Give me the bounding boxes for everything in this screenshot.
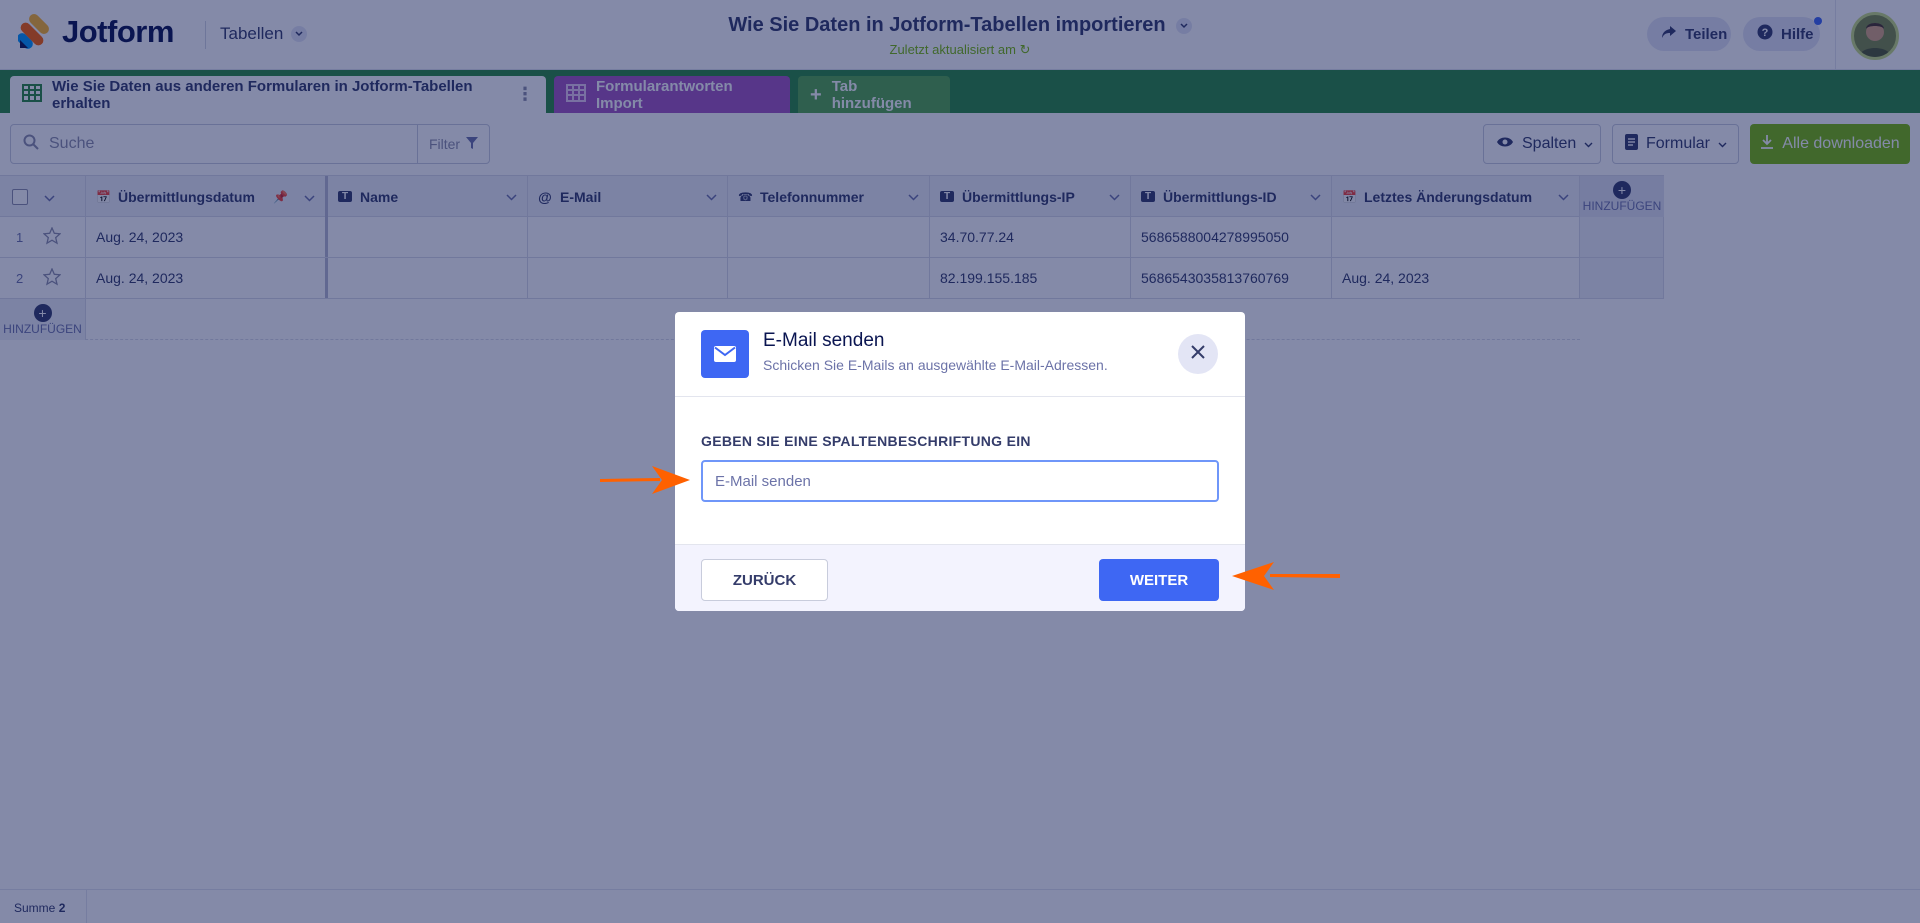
dialog-header: E-Mail senden Schicken Sie E-Mails an au… xyxy=(675,312,1245,397)
close-button[interactable] xyxy=(1178,334,1218,374)
close-icon xyxy=(1191,344,1205,364)
next-button[interactable]: WEITER xyxy=(1099,559,1219,601)
column-label-heading: GEBEN SIE EINE SPALTENBESCHRIFTUNG EIN xyxy=(701,433,1031,449)
dialog-subtitle: Schicken Sie E-Mails an ausgewählte E-Ma… xyxy=(763,357,1108,373)
back-button[interactable]: ZURÜCK xyxy=(701,559,828,601)
envelope-icon xyxy=(701,330,749,378)
annotation-arrow-icon xyxy=(600,466,690,494)
column-label-input[interactable] xyxy=(701,460,1219,502)
dialog-footer: ZURÜCK WEITER xyxy=(675,544,1245,611)
dialog-title: E-Mail senden xyxy=(763,330,885,351)
send-email-dialog: E-Mail senden Schicken Sie E-Mails an au… xyxy=(675,312,1245,611)
annotation-arrow-icon xyxy=(1232,562,1340,590)
